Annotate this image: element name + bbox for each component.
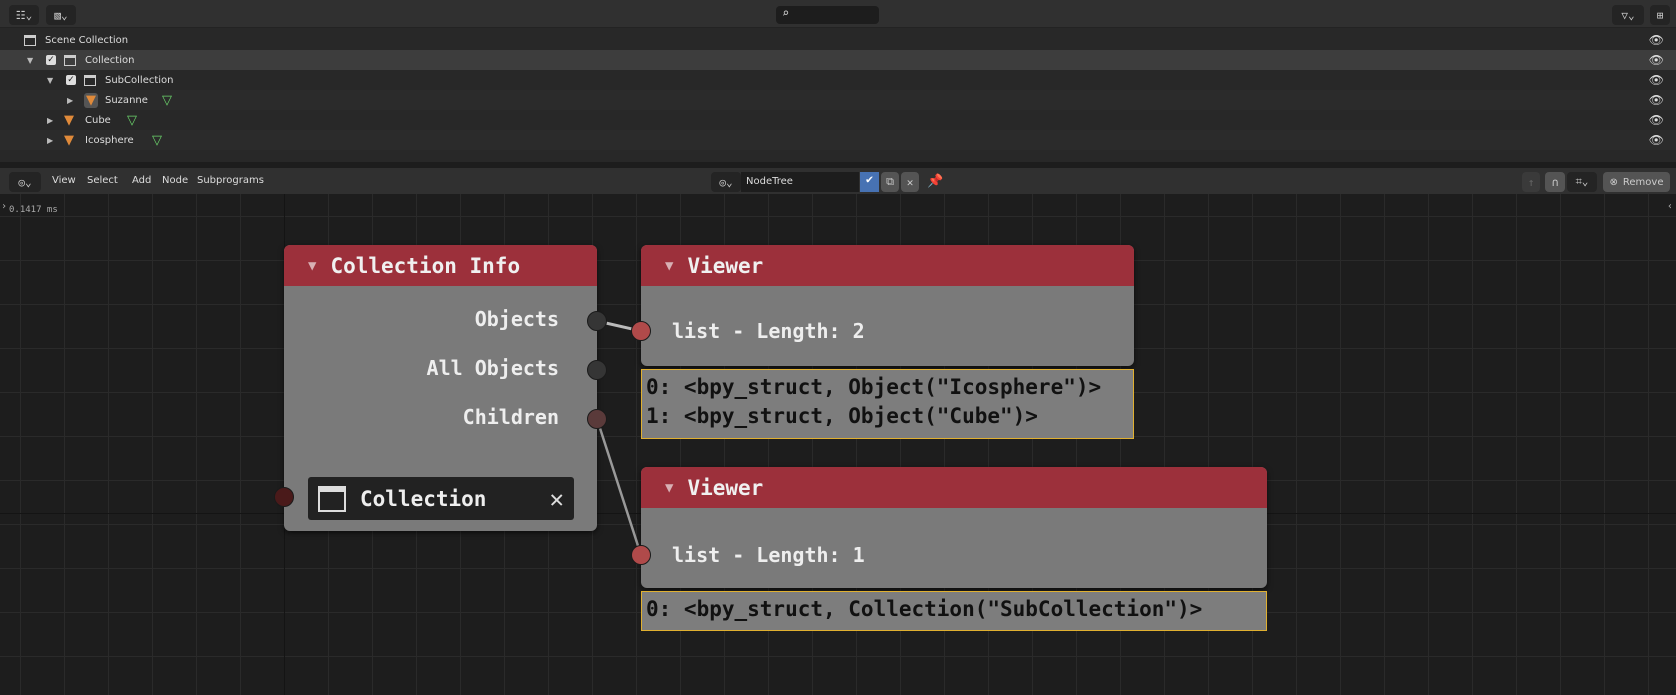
collection-field-value: Collection <box>360 486 487 511</box>
clear-icon[interactable]: ✕ <box>550 485 564 513</box>
viewer-output-1: 0: <bpy_struct, Object("Icosphere")> 1: … <box>641 369 1134 439</box>
collection-info-node[interactable]: ▼ Collection Info Objects All Objects Chi… <box>284 245 597 531</box>
node-title: Viewer <box>687 253 764 278</box>
node-title: Viewer <box>687 475 764 500</box>
node-title: Collection Info <box>330 253 521 278</box>
node-header[interactable]: ▼ Viewer <box>641 245 1134 286</box>
output-children-label: Children <box>462 405 559 429</box>
collection-icon <box>318 485 346 512</box>
collapse-icon[interactable]: ▼ <box>308 258 316 274</box>
socket-viewer1-input[interactable] <box>631 321 651 341</box>
collection-field[interactable]: Collection ✕ <box>308 477 574 520</box>
viewer-node-2[interactable]: ▼ Viewer list - Length: 1 <box>641 467 1267 588</box>
link-children-viewer2[interactable] <box>595 418 643 556</box>
output-all-objects-label: All Objects <box>426 356 559 380</box>
socket-children-output[interactable] <box>587 409 607 429</box>
socket-viewer2-input[interactable] <box>631 545 651 565</box>
viewer-value: list - Length: 1 <box>672 543 865 567</box>
collapse-icon[interactable]: ▼ <box>665 258 673 274</box>
output-objects-label: Objects <box>474 307 559 331</box>
socket-all-objects-output[interactable] <box>587 360 607 380</box>
socket-objects-output[interactable] <box>587 311 607 331</box>
node-header[interactable]: ▼ Viewer <box>641 467 1267 508</box>
node-header[interactable]: ▼ Collection Info <box>284 245 597 286</box>
viewer-value: list - Length: 2 <box>672 319 865 343</box>
viewer-node-1[interactable]: ▼ Viewer list - Length: 2 <box>641 245 1134 366</box>
collapse-icon[interactable]: ▼ <box>665 480 673 496</box>
socket-collection-input[interactable] <box>274 487 294 507</box>
viewer-output-2: 0: <bpy_struct, Collection("SubCollectio… <box>641 591 1267 631</box>
